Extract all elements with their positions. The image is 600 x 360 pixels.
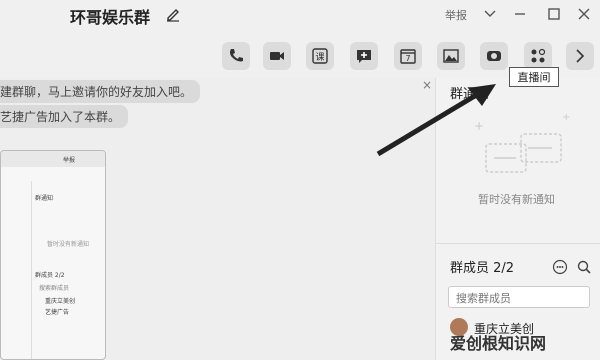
inset-notice-title: 群通知	[35, 195, 54, 202]
inset-report: 举报	[63, 157, 76, 164]
no-notice-text: 暂时没有新通知	[478, 193, 555, 206]
system-message: 艺捷广告加入了本群。	[0, 105, 129, 128]
group-title: 环哥娱乐群	[70, 8, 151, 27]
chevron-right-icon	[576, 49, 585, 63]
video-camera-icon	[270, 52, 284, 60]
add-chat-icon	[357, 50, 371, 63]
member-search-input[interactable]: 搜索群成员	[448, 286, 590, 308]
maximize-icon[interactable]	[545, 5, 563, 23]
inset-member: 艺捷广告	[45, 309, 70, 316]
inset-header	[1, 151, 105, 167]
watermark: 爱创根知识网	[450, 334, 547, 353]
inset-members-title: 群成员 2/2	[35, 272, 65, 279]
voice-call-button[interactable]	[222, 42, 250, 70]
inset-notice-empty: 暂时没有新通知	[47, 241, 90, 248]
chevron-down-icon[interactable]	[481, 5, 499, 23]
live-stream-tooltip: 直播间	[509, 67, 559, 87]
report-link[interactable]: 举报	[445, 7, 467, 25]
phone-icon	[230, 49, 243, 62]
system-message: 建群聊，马上邀请你的好友加入吧。	[0, 80, 201, 103]
more-button[interactable]	[566, 42, 594, 70]
members-title: 群成员 2/2	[450, 261, 515, 276]
calendar-icon: 7	[400, 49, 416, 64]
close-icon[interactable]	[575, 5, 593, 23]
annotation-arrow	[376, 84, 496, 157]
divider	[436, 243, 600, 244]
search-icon[interactable]	[576, 259, 592, 275]
image-button[interactable]	[437, 42, 465, 70]
inset-divider	[31, 181, 32, 359]
edit-icon[interactable]	[165, 6, 181, 22]
add-button[interactable]	[350, 42, 378, 70]
inset-member: 重庆立美创	[45, 298, 76, 305]
live-camera-icon	[487, 51, 501, 61]
apps-icon	[531, 48, 546, 63]
homework-button[interactable]: 课	[306, 42, 334, 70]
homework-label: 课	[315, 52, 324, 63]
calendar-day: 7	[405, 54, 410, 63]
calendar-button[interactable]: 7	[394, 42, 422, 70]
homework-icon: 课	[312, 48, 328, 64]
image-icon	[443, 49, 459, 63]
inset-search: 搜索群成员	[39, 285, 70, 292]
title-bar: 环哥娱乐群 举报	[0, 0, 600, 34]
live-stream-button[interactable]	[480, 42, 508, 70]
embedded-screenshot: 举报 群通知 暂时没有新通知 群成员 2/2 搜索群成员 重庆立美创 艺捷广告	[0, 150, 106, 360]
svg-text:+: +	[562, 114, 570, 123]
apps-button[interactable]	[524, 42, 552, 70]
minimize-icon[interactable]	[511, 5, 529, 23]
video-call-button[interactable]	[263, 42, 291, 70]
invite-icon[interactable]	[552, 259, 568, 275]
